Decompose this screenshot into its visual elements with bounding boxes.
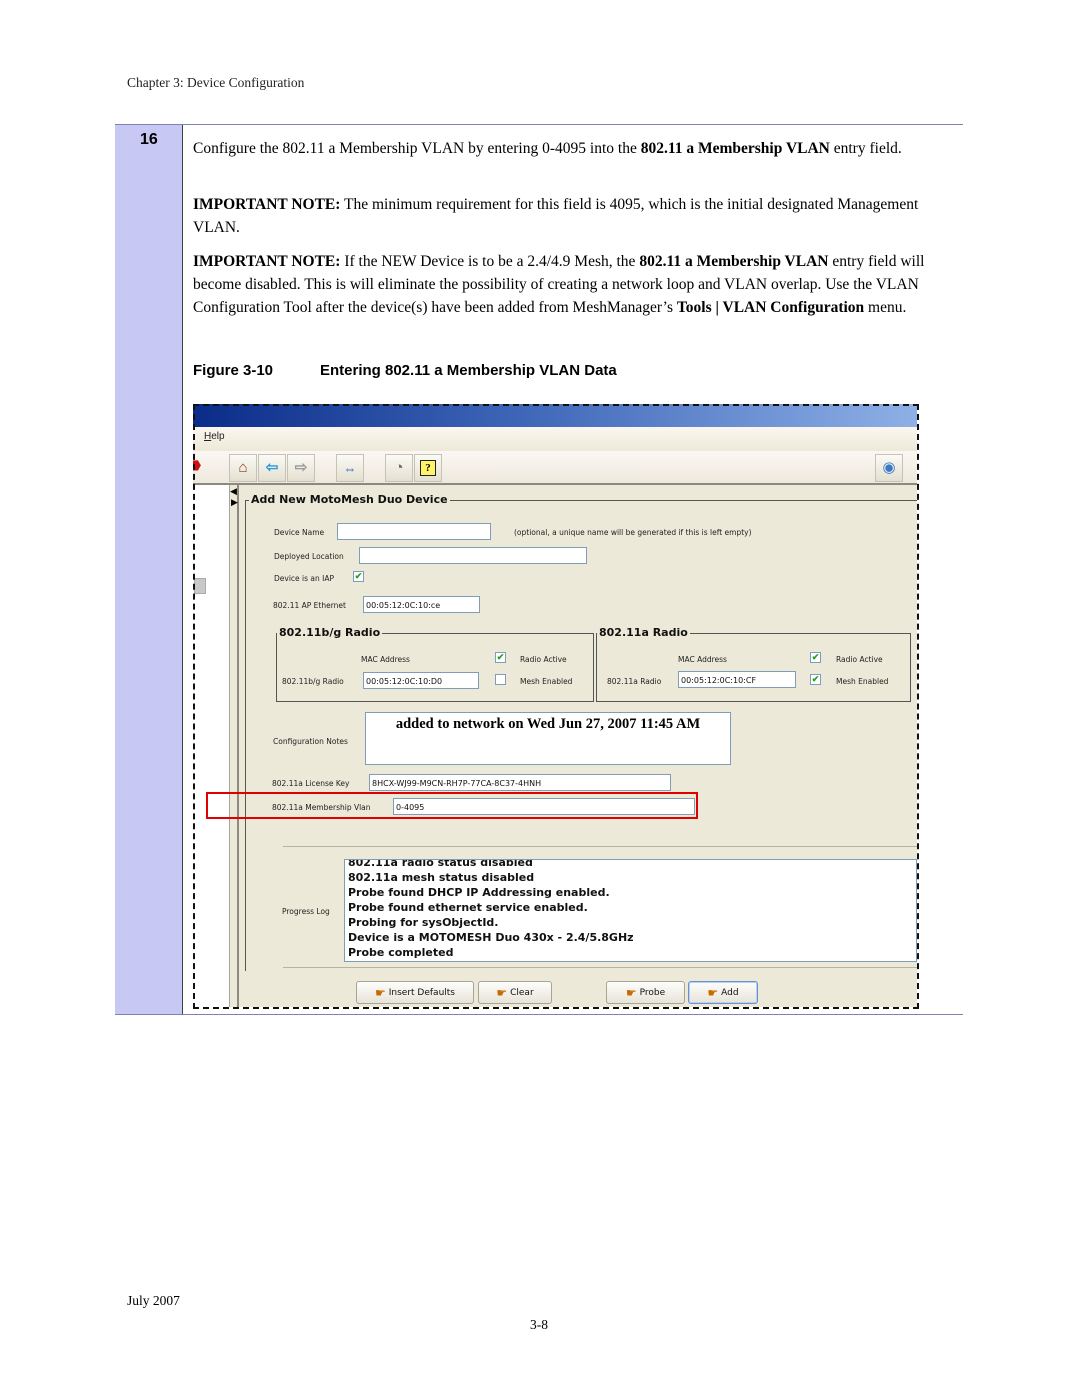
log-line: 802.11a mesh status disabled bbox=[348, 871, 535, 884]
dish-button[interactable]: ◔ bbox=[385, 454, 413, 482]
progress-log-lines: 802.11a radio status disabled 802.11a mes… bbox=[348, 859, 634, 960]
ap-ethernet-input[interactable]: 00:05:12:0C:10:ce bbox=[363, 596, 480, 613]
forward-button[interactable]: ⇨ bbox=[287, 454, 315, 482]
collapse-left-icon[interactable]: ◀ bbox=[230, 486, 237, 497]
ping-button[interactable]: ⇔ bbox=[336, 454, 364, 482]
a-radio-label: 802.11a Radio bbox=[607, 677, 662, 686]
stop-button[interactable]: ⬣ bbox=[193, 454, 203, 480]
stop-icon: ⬣ bbox=[193, 459, 202, 474]
deployed-location-input[interactable] bbox=[359, 547, 587, 564]
ap-ethernet-label: 802.11 AP Ethernet bbox=[273, 601, 346, 610]
figure-title: Entering 802.11 a Membership VLAN Data bbox=[320, 362, 617, 379]
clear-button[interactable]: ☛ Clear bbox=[478, 981, 552, 1004]
bg-radio-active-checkbox[interactable]: ✔ bbox=[495, 652, 506, 663]
window-titlebar bbox=[193, 404, 917, 427]
figure-number: Figure 3-10 bbox=[193, 362, 274, 379]
insert-defaults-button[interactable]: ☛ Insert Defaults bbox=[356, 981, 474, 1004]
important-note-1: IMPORTANT NOTE: The minimum requirement … bbox=[193, 196, 919, 236]
log-line: Probe found ethernet service enabled. bbox=[348, 901, 588, 914]
menu-help[interactable]: Help bbox=[204, 431, 225, 442]
a-radio-active-checkbox[interactable]: ✔ bbox=[810, 652, 821, 663]
license-key-input[interactable]: 8HCX-WJ99-M9CN-RH7P-77CA-8C37-4HNH bbox=[369, 774, 671, 791]
divider bbox=[283, 967, 917, 968]
bg-radio-label: 802.11b/g Radio bbox=[282, 677, 344, 686]
bg-mesh-enabled-checkbox[interactable] bbox=[495, 674, 506, 685]
iap-label: Device is an IAP bbox=[274, 574, 335, 583]
hand-pointer-icon: ☛ bbox=[374, 985, 386, 1000]
a-mesh-enabled-checkbox[interactable]: ✔ bbox=[810, 674, 821, 685]
back-button[interactable]: ⇦ bbox=[258, 454, 286, 482]
help-button[interactable]: ? bbox=[414, 454, 442, 482]
toolbar: ⬣ ⌂ ⇦ ⇨ ⇔ ◔ ? ◉ bbox=[193, 451, 917, 485]
log-line: Probing for sysObjectId. bbox=[348, 916, 499, 929]
left-panel bbox=[193, 485, 229, 1007]
satellite-dish-icon: ◔ bbox=[394, 459, 404, 476]
device-name-input[interactable] bbox=[337, 523, 491, 540]
hand-pointer-icon: ☛ bbox=[496, 985, 508, 1000]
forward-arrow-icon: ⇨ bbox=[294, 459, 308, 476]
back-arrow-icon: ⇦ bbox=[265, 459, 279, 476]
bg-radio-title: 802.11b/g Radio bbox=[277, 626, 383, 639]
home-icon: ⌂ bbox=[238, 459, 248, 476]
footer-date: July 2007 bbox=[127, 1293, 180, 1308]
view-button[interactable]: ◉ bbox=[875, 454, 903, 482]
probe-button[interactable]: ☛ Probe bbox=[606, 981, 685, 1004]
hand-pointer-icon: ☛ bbox=[625, 985, 637, 1000]
a-radio-active-label: Radio Active bbox=[836, 655, 883, 664]
bg-mesh-enabled-label: Mesh Enabled bbox=[520, 677, 573, 686]
hand-pointer-icon: ☛ bbox=[707, 985, 719, 1000]
log-line: Probe found DHCP IP Addressing enabled. bbox=[348, 886, 610, 899]
chapter-header: Chapter 3: Device Configuration bbox=[127, 75, 305, 90]
ping-icon: ⇔ bbox=[343, 460, 357, 476]
scroll-thumb[interactable] bbox=[194, 578, 206, 594]
figure-caption: Figure 3-10 Entering 802.11 a Membership … bbox=[193, 362, 617, 379]
config-notes-label: Configuration Notes bbox=[273, 737, 348, 746]
log-line: Device is a MOTOMESH Duo 430x - 2.4/5.8G… bbox=[348, 931, 634, 944]
bg-radio-group bbox=[276, 633, 594, 702]
top-rule bbox=[115, 124, 963, 125]
log-line: 802.11a radio status disabled bbox=[348, 859, 533, 869]
page-number: 3-8 bbox=[530, 1317, 548, 1332]
a-radio-group bbox=[596, 633, 911, 702]
device-name-label: Device Name bbox=[274, 528, 325, 537]
deployed-location-label: Deployed Location bbox=[274, 552, 344, 561]
step-paragraph-1: Configure the 802.11 a Membership VLAN b… bbox=[193, 140, 902, 157]
progress-log[interactable]: 802.11a radio status disabled 802.11a mes… bbox=[344, 859, 917, 962]
a-mac-header: MAC Address bbox=[678, 655, 727, 664]
divider bbox=[283, 846, 917, 847]
panel-splitter[interactable] bbox=[229, 485, 239, 1007]
device-name-hint: (optional, a unique name will be generat… bbox=[514, 528, 752, 537]
menu-bar bbox=[193, 427, 917, 452]
a-mac-input[interactable]: 00:05:12:0C:10:CF bbox=[678, 671, 796, 688]
license-key-label: 802.11a License Key bbox=[272, 779, 350, 788]
app-screenshot: Help ⬣ ⌂ ⇦ ⇨ ⇔ ◔ ? ◉ ◀ ▶ Add New MotoMes… bbox=[193, 404, 917, 1007]
log-line: Probe completed bbox=[348, 946, 454, 959]
bg-mac-input[interactable]: 00:05:12:0C:10:D0 bbox=[363, 672, 479, 689]
form-title: Add New MotoMesh Duo Device bbox=[249, 493, 450, 506]
highlight-box bbox=[206, 792, 698, 819]
bg-radio-active-label: Radio Active bbox=[520, 655, 567, 664]
a-radio-title: 802.11a Radio bbox=[597, 626, 690, 639]
expand-right-icon[interactable]: ▶ bbox=[231, 497, 238, 508]
bottom-rule bbox=[115, 1014, 963, 1015]
step-number: 16 bbox=[140, 131, 158, 148]
eye-icon: ◉ bbox=[882, 459, 896, 476]
progress-log-label: Progress Log bbox=[282, 907, 330, 916]
important-note-2: IMPORTANT NOTE: If the NEW Device is to … bbox=[193, 253, 925, 316]
step-column bbox=[115, 125, 182, 1014]
iap-checkbox[interactable]: ✔ bbox=[353, 571, 364, 582]
step-column-divider bbox=[182, 125, 183, 1014]
bg-mac-header: MAC Address bbox=[361, 655, 410, 664]
help-icon: ? bbox=[420, 460, 436, 476]
add-button[interactable]: ☛ Add bbox=[688, 981, 758, 1004]
home-button[interactable]: ⌂ bbox=[229, 454, 257, 482]
config-notes-textarea[interactable]: added to network on Wed Jun 27, 2007 11:… bbox=[365, 712, 731, 765]
a-mesh-enabled-label: Mesh Enabled bbox=[836, 677, 889, 686]
